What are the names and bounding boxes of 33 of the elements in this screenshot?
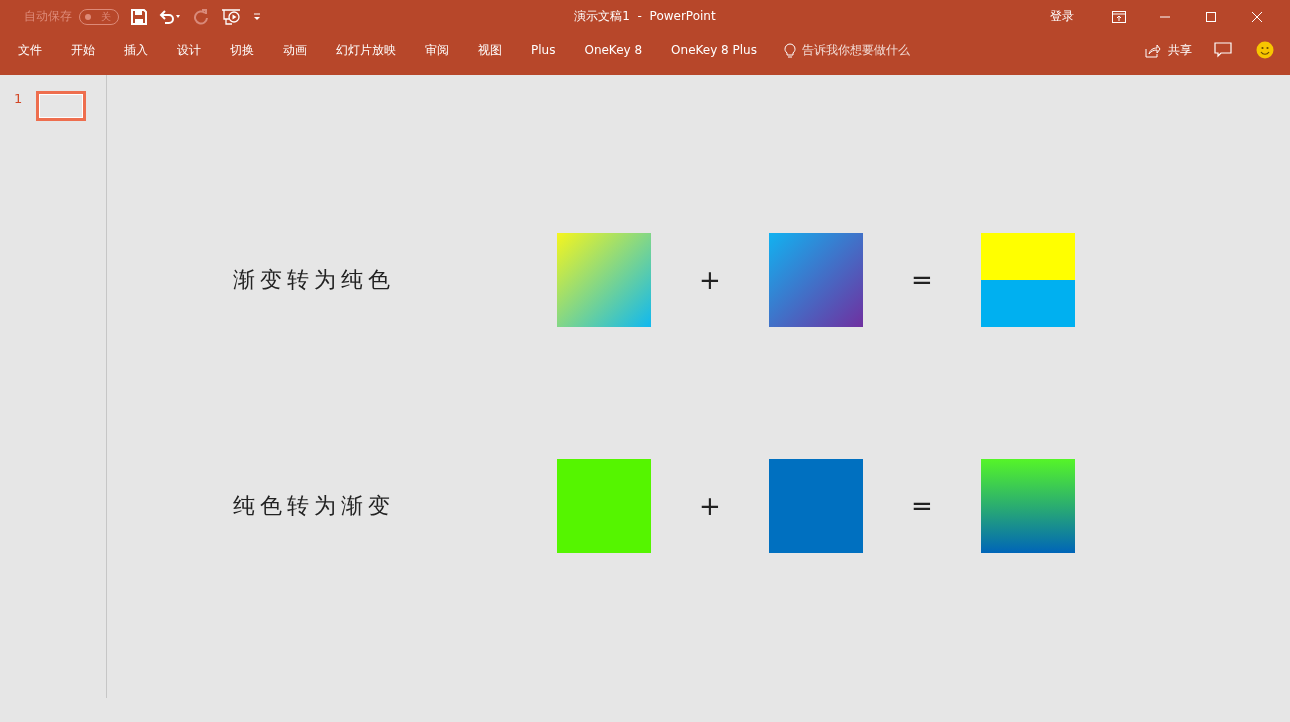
- ribbon-tab[interactable]: 切换: [230, 38, 254, 62]
- share-icon: [1145, 42, 1161, 58]
- slide-thumbnail[interactable]: [36, 91, 87, 121]
- share-button[interactable]: 共享: [1145, 41, 1192, 59]
- tell-me-field[interactable]: 告诉我你想要做什么: [783, 41, 910, 59]
- undo-icon[interactable]: [159, 8, 181, 25]
- ribbon-tab[interactable]: 文件: [18, 38, 42, 62]
- equals-sign: =: [910, 491, 934, 521]
- ribbon-tab[interactable]: Plus: [531, 40, 556, 60]
- lightbulb-icon: [783, 42, 796, 58]
- ribbon-tab[interactable]: 幻灯片放映: [336, 38, 396, 62]
- ribbon-tab[interactable]: 视图: [478, 38, 502, 62]
- slide-number: 1: [14, 91, 23, 106]
- autosave-label: 自动保存: [24, 8, 72, 25]
- ribbon-tab[interactable]: 动画: [283, 38, 307, 62]
- comment-icon[interactable]: [1214, 42, 1232, 58]
- equals-sign: =: [910, 265, 934, 295]
- ribbon-tab[interactable]: 插入: [124, 38, 148, 62]
- row-label: 渐变转为纯色: [233, 266, 396, 294]
- ribbon-tab[interactable]: OneKey 8 Plus: [671, 40, 757, 60]
- row-label: 纯色转为渐变: [233, 492, 396, 520]
- ribbon-tab[interactable]: OneKey 8: [584, 40, 643, 60]
- sign-in-link[interactable]: 登录: [1050, 8, 1074, 25]
- plus-sign: +: [698, 265, 722, 295]
- customize-icon[interactable]: [253, 12, 261, 21]
- smiley-icon[interactable]: [1256, 41, 1274, 59]
- ribbon-tab[interactable]: 开始: [71, 38, 95, 62]
- presentation-icon[interactable]: [221, 7, 241, 26]
- ribbon-tab[interactable]: 设计: [177, 38, 201, 62]
- ribbon-tab[interactable]: 审阅: [425, 38, 449, 62]
- save-icon[interactable]: [131, 8, 147, 25]
- plus-sign: +: [698, 491, 722, 521]
- window-title: 演示文稿1 - PowerPoint: [574, 8, 716, 25]
